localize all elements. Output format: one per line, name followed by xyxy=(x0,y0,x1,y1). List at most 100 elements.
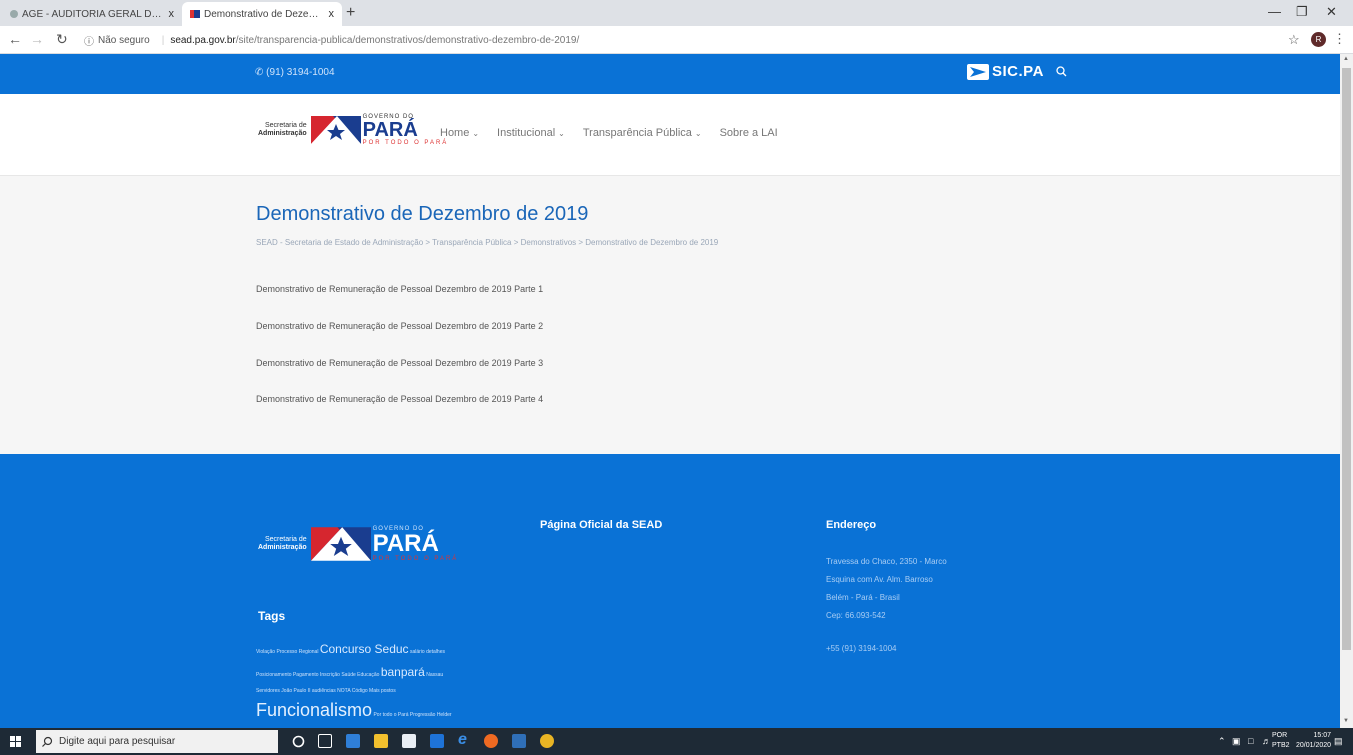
main-content: Demonstrativo de Dezembro de 2019 SEAD -… xyxy=(0,176,1340,454)
footer-address-line: Cep: 66.093-542 xyxy=(826,611,886,620)
phone-icon: ✆ xyxy=(255,67,264,78)
tab-favicon-icon xyxy=(190,10,200,18)
tag-link[interactable]: Nassau xyxy=(426,672,443,678)
bookmark-star-icon[interactable]: ☆ xyxy=(1288,32,1300,48)
search-icon[interactable] xyxy=(1056,66,1067,77)
taskbar-app-icon[interactable] xyxy=(430,734,444,748)
nav-item-label: Transparência Pública xyxy=(582,127,692,139)
logo-secretaria-line2: Administração xyxy=(258,130,307,137)
scroll-up-arrow-icon[interactable]: ▲ xyxy=(1343,56,1349,62)
tag-link[interactable]: Funcionalismo xyxy=(256,700,372,720)
browser-tab-demonstrativo[interactable]: Demonstrativo de Dezembro de x xyxy=(182,2,342,26)
sic-pa-label: SIC.PA xyxy=(992,63,1044,80)
nav-item-sobre-lai[interactable]: Sobre a LAI xyxy=(720,127,778,139)
task-view-icon[interactable] xyxy=(318,734,332,748)
tag-link[interactable]: Por todo o Pará Progressão Helder xyxy=(373,712,451,718)
scrollbar-thumb[interactable] xyxy=(1342,68,1351,650)
footer-col-title-endereco: Endereço xyxy=(826,519,877,531)
tag-cloud-line: Violação Processo Regional Concurso Sedu… xyxy=(256,642,445,656)
footer-address-line: Esquina com Av. Alm. Barroso xyxy=(826,575,933,584)
network-icon[interactable]: ▣ xyxy=(1232,736,1241,747)
maximize-window-icon[interactable]: ❐ xyxy=(1296,4,1308,20)
browser-menu-icon[interactable]: ⋮ xyxy=(1333,31,1346,47)
edge-browser-icon[interactable]: e xyxy=(458,731,472,748)
tab-favicon-icon xyxy=(10,10,18,18)
keyboard-layout: PTB2 xyxy=(1272,742,1290,749)
minimize-window-icon[interactable]: — xyxy=(1268,4,1281,19)
tag-link[interactable]: Concurso Seduc xyxy=(320,642,409,656)
tag-cloud-line: Posicionamento Pagamento Inscrição Saúde… xyxy=(256,665,443,679)
footer-phone: +55 (91) 3194-1004 xyxy=(826,644,897,653)
para-flag-icon xyxy=(310,116,361,144)
nav-item-institucional[interactable]: Institucional ⌄ xyxy=(497,127,565,139)
tag-link[interactable]: banpará xyxy=(381,665,425,679)
firefox-icon[interactable] xyxy=(484,734,498,748)
taskbar-app-icon[interactable] xyxy=(346,734,360,748)
taskbar-app-icon[interactable] xyxy=(512,734,526,748)
page-scrollbar[interactable]: ▲ ▼ xyxy=(1340,54,1353,728)
nav-item-label: Home xyxy=(440,127,470,139)
address-bar[interactable]: ⓘ Não seguro | sead.pa.gov.br /site/tran… xyxy=(84,30,1284,50)
tag-link[interactable]: salário detalhes xyxy=(410,649,445,655)
browser-tab-age[interactable]: AGE - AUDITORIA GERAL DO ES x xyxy=(2,2,182,26)
volume-icon[interactable]: ♬ xyxy=(1262,736,1271,746)
document-link-parte-1[interactable]: Demonstrativo de Remuneração de Pessoal … xyxy=(256,284,543,294)
tab-close-icon[interactable]: x xyxy=(169,8,175,20)
search-icon xyxy=(42,736,53,747)
document-link-parte-2[interactable]: Demonstrativo de Remuneração de Pessoal … xyxy=(256,321,543,331)
footer-address-line: Travessa do Chaco, 2350 - Marco xyxy=(826,557,947,566)
url-host: sead.pa.gov.br xyxy=(170,34,236,46)
windows-start-icon[interactable] xyxy=(10,736,21,747)
language-indicator[interactable]: POR PTB2 xyxy=(1272,731,1290,751)
tag-cloud-line: Funcionalismo Por todo o Pará Progressão… xyxy=(256,700,452,721)
new-tab-button[interactable]: + xyxy=(346,4,355,22)
windows-taskbar: Digite aqui para pesquisar e ⌃ ▣ □ ♬ POR… xyxy=(0,728,1353,755)
show-hidden-icons[interactable]: ⌃ xyxy=(1218,736,1226,747)
chevron-down-icon: ⌄ xyxy=(472,129,480,138)
nav-item-label: Sobre a LAI xyxy=(719,127,778,139)
scroll-down-arrow-icon[interactable]: ▼ xyxy=(1343,718,1349,724)
document-link-parte-3[interactable]: Demonstrativo de Remuneração de Pessoal … xyxy=(256,358,543,368)
clock-date: 20/01/2020 xyxy=(1296,742,1332,749)
cortana-icon[interactable] xyxy=(292,735,305,748)
site-header: Secretaria de Administração GOVERNO DO P… xyxy=(0,94,1340,176)
tab-close-icon[interactable]: x xyxy=(329,8,335,20)
tab-title: AGE - AUDITORIA GERAL DO ES xyxy=(22,8,163,20)
notification-center-icon[interactable]: ▤ xyxy=(1334,736,1343,747)
back-arrow-icon[interactable]: ← xyxy=(8,31,22,47)
para-flag-icon xyxy=(310,527,371,561)
browser-tab-strip: AGE - AUDITORIA GERAL DO ES x Demonstrat… xyxy=(0,0,1353,26)
chevron-down-icon: ⌄ xyxy=(694,129,702,138)
chevron-down-icon: ⌄ xyxy=(558,129,565,138)
tag-link[interactable]: Posicionamento Pagamento Inscrição Saúde… xyxy=(256,672,379,678)
profile-avatar[interactable]: R xyxy=(1311,32,1326,47)
tag-link[interactable]: Violação Processo Regional xyxy=(256,649,318,655)
forward-arrow-icon[interactable]: → xyxy=(30,31,44,47)
site-logo[interactable]: Secretaria de Administração GOVERNO DO P… xyxy=(258,114,448,146)
nav-item-transparencia[interactable]: Transparência Pública ⌄ xyxy=(583,127,702,139)
taskbar-search-input[interactable]: Digite aqui para pesquisar xyxy=(36,730,278,753)
footer-logo[interactable]: Secretaria de Administração GOVERNO DO P… xyxy=(258,526,458,562)
document-link-parte-4[interactable]: Demonstrativo de Remuneração de Pessoal … xyxy=(256,394,543,404)
site-footer: Secretaria de Administração GOVERNO DO P… xyxy=(0,454,1340,728)
file-explorer-icon[interactable] xyxy=(374,734,388,748)
nav-item-home[interactable]: Home ⌄ xyxy=(440,127,479,139)
logo-secretaria-line2: Administração xyxy=(258,544,307,551)
footer-col-title-sead: Página Oficial da SEAD xyxy=(540,519,663,531)
sic-pa-link[interactable]: SIC.PA xyxy=(967,63,1067,80)
display-icon[interactable]: □ xyxy=(1248,736,1253,746)
site-top-bar: ✆ (91) 3194-1004 SIC.PA xyxy=(0,54,1340,94)
close-window-icon[interactable]: ✕ xyxy=(1326,4,1337,20)
info-icon[interactable]: ⓘ xyxy=(84,33,94,48)
top-phone-number: (91) 3194-1004 xyxy=(266,67,335,78)
clock-time: 15:07 xyxy=(1313,732,1332,739)
logo-gov-motto: POR TODO O PARÁ xyxy=(372,556,459,562)
taskbar-clock[interactable]: 15:07 20/01/2020 xyxy=(1296,731,1331,751)
tag-link[interactable]: Servidores João Paulo II audiências NOTA… xyxy=(256,688,396,694)
tags-title: Tags xyxy=(258,609,286,623)
chrome-icon[interactable] xyxy=(540,734,554,748)
breadcrumb[interactable]: SEAD - Secretaria de Estado de Administr… xyxy=(256,238,718,247)
reload-icon[interactable]: ↻ xyxy=(56,31,68,48)
mail-icon[interactable] xyxy=(402,734,416,748)
footer-logo-secretaria: Secretaria de Administração xyxy=(258,536,307,552)
